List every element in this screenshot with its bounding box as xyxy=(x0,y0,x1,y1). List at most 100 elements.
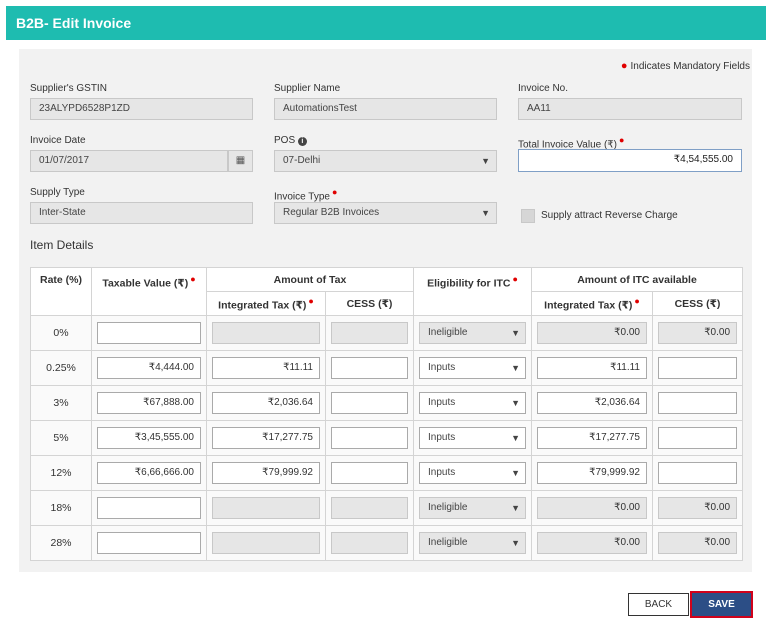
eligibility-select[interactable]: Inputs ▼ xyxy=(419,357,526,379)
col-itc-available: Amount of ITC available xyxy=(530,267,744,292)
eligibility-select[interactable]: Inputs ▼ xyxy=(419,462,526,484)
taxable-value-input[interactable]: ₹67,888.00 xyxy=(97,392,201,414)
eligibility-select[interactable]: Ineligible ▼ xyxy=(419,497,526,519)
chevron-down-icon: ▼ xyxy=(511,538,520,548)
calendar-button[interactable]: ▦ xyxy=(228,150,253,172)
required-dot-icon: ● xyxy=(331,187,338,197)
chevron-down-icon: ▼ xyxy=(511,363,520,373)
supplier-gstin-label: Supplier's GSTIN xyxy=(30,83,107,94)
chevron-down-icon: ▼ xyxy=(511,433,520,443)
invoice-no-label: Invoice No. xyxy=(518,83,569,94)
reverse-charge-checkbox[interactable] xyxy=(521,209,535,223)
calendar-icon: ▦ xyxy=(235,155,246,166)
rate-cell: 0% xyxy=(30,315,92,351)
itc-cess-input[interactable] xyxy=(658,427,738,449)
total-invoice-value-input[interactable]: ₹4,54,555.00 xyxy=(518,149,742,172)
cess-input[interactable] xyxy=(331,462,408,484)
itc-integrated-tax-input: ₹0.00 xyxy=(537,322,647,344)
save-button[interactable]: SAVE xyxy=(690,591,753,618)
table-row: 5% ₹3,45,555.00 ₹17,277.75 Inputs ▼ ₹17,2… xyxy=(30,420,744,456)
taxable-value-input[interactable] xyxy=(97,532,201,554)
itc-cess-input: ₹0.00 xyxy=(658,322,738,344)
cess-input xyxy=(331,322,408,344)
itc-integrated-tax-input[interactable]: ₹17,277.75 xyxy=(537,427,647,449)
rate-cell: 12% xyxy=(30,455,92,491)
col-cess: CESS (₹) xyxy=(325,291,414,316)
taxable-value-input[interactable]: ₹3,45,555.00 xyxy=(97,427,201,449)
supplier-name-label: Supplier Name xyxy=(274,83,341,94)
item-details-title: Item Details xyxy=(30,238,94,252)
itc-integrated-tax-input[interactable]: ₹11.11 xyxy=(537,357,647,379)
itc-cess-input[interactable] xyxy=(658,462,738,484)
reverse-charge-label: Supply attract Reverse Charge xyxy=(541,210,678,221)
taxable-value-input[interactable]: ₹6,66,666.00 xyxy=(97,462,201,484)
col-itc-cess: CESS (₹) xyxy=(651,291,744,316)
integrated-tax-input[interactable]: ₹11.11 xyxy=(212,357,320,379)
rate-cell: 0.25% xyxy=(30,350,92,386)
chevron-down-icon: ▼ xyxy=(511,468,520,478)
taxable-value-input[interactable]: ₹4,444.00 xyxy=(97,357,201,379)
rate-cell: 5% xyxy=(30,420,92,456)
pos-label: POS i xyxy=(274,135,307,146)
mandatory-note: ● Indicates Mandatory Fields xyxy=(620,60,750,72)
supplier-name-field[interactable]: AutomationsTest xyxy=(274,98,497,120)
back-button[interactable]: BACK xyxy=(628,593,689,616)
required-dot-icon: ● xyxy=(634,295,640,306)
col-amount-of-tax: Amount of Tax xyxy=(206,267,414,292)
page-title: B2B- Edit Invoice xyxy=(16,15,132,31)
integrated-tax-input xyxy=(212,322,320,344)
taxable-value-input[interactable] xyxy=(97,497,201,519)
invoice-date-field[interactable]: 01/07/2017 xyxy=(30,150,228,172)
required-dot-icon: ● xyxy=(308,295,314,306)
table-row: 28% Ineligible ▼ ₹0.00 ₹0.00 xyxy=(30,525,744,561)
integrated-tax-input xyxy=(212,532,320,554)
rate-cell: 18% xyxy=(30,490,92,526)
col-integrated-tax: Integrated Tax (₹) ● xyxy=(206,291,326,316)
eligibility-select[interactable]: Inputs ▼ xyxy=(419,392,526,414)
integrated-tax-input xyxy=(212,497,320,519)
required-dot-icon: ● xyxy=(620,60,628,72)
page-header: B2B- Edit Invoice xyxy=(6,6,766,40)
supplier-gstin-field[interactable]: 23ALYPD6528P1ZD xyxy=(30,98,253,120)
col-itc-integrated-tax: Integrated Tax (₹) ● xyxy=(531,291,653,316)
eligibility-select[interactable]: Inputs ▼ xyxy=(419,427,526,449)
table-row: 3% ₹67,888.00 ₹2,036.64 Inputs ▼ ₹2,036.6… xyxy=(30,385,744,421)
eligibility-select[interactable]: Ineligible ▼ xyxy=(419,322,526,344)
taxable-value-input[interactable] xyxy=(97,322,201,344)
chevron-down-icon: ▼ xyxy=(481,156,490,166)
chevron-down-icon: ▼ xyxy=(481,208,490,218)
cess-input[interactable] xyxy=(331,357,408,379)
itc-cess-input[interactable] xyxy=(658,357,738,379)
cess-input xyxy=(331,532,408,554)
itc-cess-input[interactable] xyxy=(658,392,738,414)
info-icon[interactable]: i xyxy=(297,137,307,146)
invoice-type-select[interactable]: Regular B2B Invoices ▼ xyxy=(274,202,497,224)
rate-cell: 3% xyxy=(30,385,92,421)
col-taxable-value: Taxable Value (₹) ● xyxy=(91,267,207,316)
rate-cell: 28% xyxy=(30,525,92,561)
invoice-no-field[interactable]: AA11 xyxy=(518,98,742,120)
required-dot-icon: ● xyxy=(190,274,196,284)
invoice-date-label: Invoice Date xyxy=(30,135,86,146)
supply-type-field[interactable]: Inter-State xyxy=(30,202,253,224)
invoice-type-label: Invoice Type ● xyxy=(274,187,338,203)
eligibility-select[interactable]: Ineligible ▼ xyxy=(419,532,526,554)
cess-input[interactable] xyxy=(331,427,408,449)
itc-cess-input: ₹0.00 xyxy=(658,532,738,554)
col-eligibility: Eligibility for ITC ● xyxy=(413,267,532,316)
itc-integrated-tax-input[interactable]: ₹2,036.64 xyxy=(537,392,647,414)
chevron-down-icon: ▼ xyxy=(511,328,520,338)
itc-integrated-tax-input[interactable]: ₹79,999.92 xyxy=(537,462,647,484)
table-row: 0.25% ₹4,444.00 ₹11.11 Inputs ▼ ₹11.11 xyxy=(30,350,744,386)
pos-select[interactable]: 07-Delhi ▼ xyxy=(274,150,497,172)
item-details-table: Rate (%) Taxable Value (₹) ● Amount of Ta… xyxy=(30,267,744,561)
supply-type-label: Supply Type xyxy=(30,187,85,198)
integrated-tax-input[interactable]: ₹2,036.64 xyxy=(212,392,320,414)
col-rate: Rate (%) xyxy=(30,267,92,316)
required-dot-icon: ● xyxy=(619,135,625,145)
cess-input[interactable] xyxy=(331,392,408,414)
integrated-tax-input[interactable]: ₹79,999.92 xyxy=(212,462,320,484)
itc-integrated-tax-input: ₹0.00 xyxy=(537,532,647,554)
integrated-tax-input[interactable]: ₹17,277.75 xyxy=(212,427,320,449)
table-row: 0% Ineligible ▼ ₹0.00 ₹0.00 xyxy=(30,315,744,351)
